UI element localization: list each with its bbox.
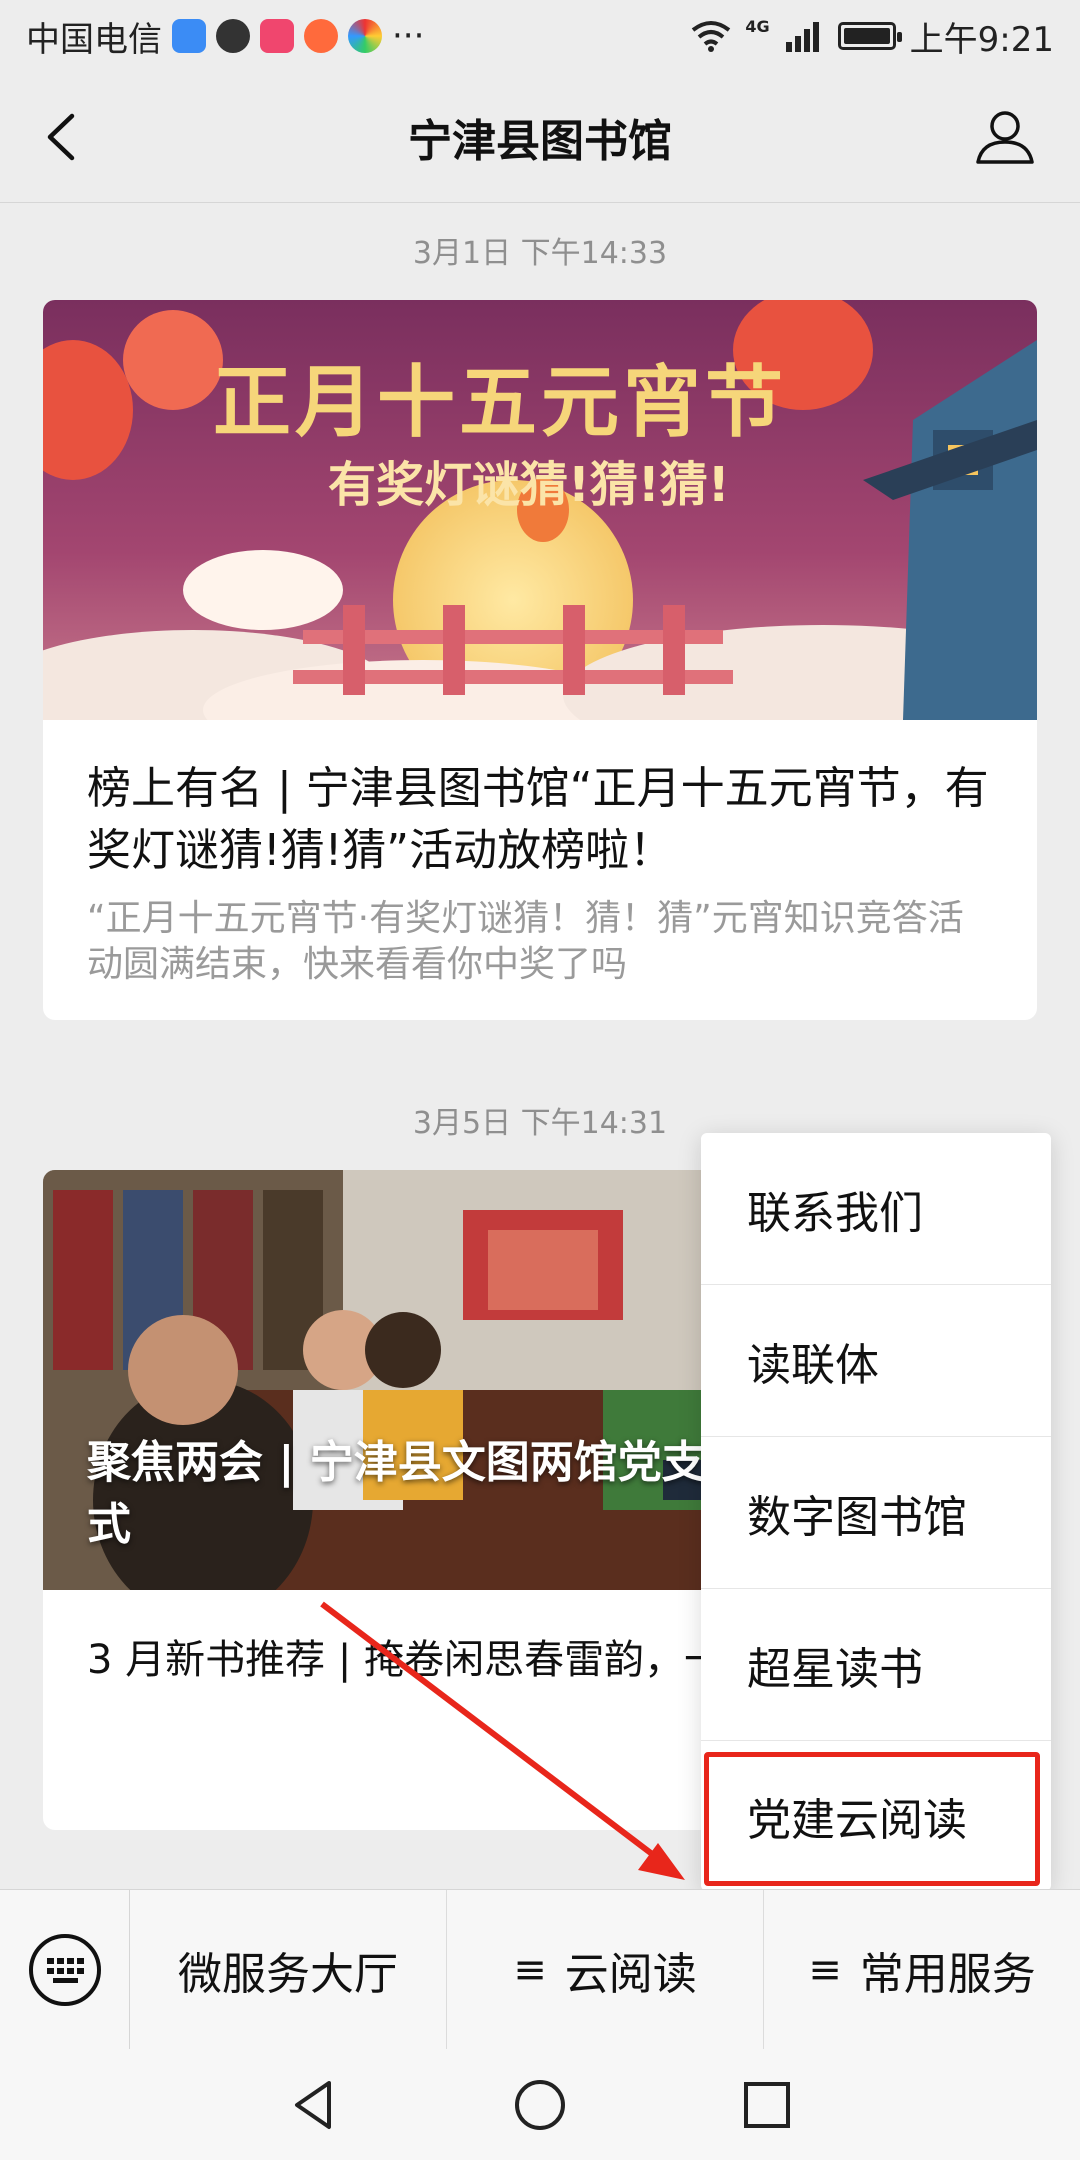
bottom-tab-common-services[interactable]: ≡ 常用服务 <box>764 1890 1080 2050</box>
bottom-tab-cloud-reading[interactable]: ≡ 云阅读 <box>447 1889 764 2050</box>
menu-lines-icon: ≡ <box>513 1946 547 1993</box>
keyboard-toggle-button[interactable] <box>0 1889 130 2050</box>
red-arrow-annotation <box>320 1601 685 1880</box>
bottom-tab-label: 微服务大厅 <box>178 1948 398 2000</box>
back-triangle-icon[interactable] <box>283 2075 343 2135</box>
home-circle-icon[interactable] <box>510 2075 570 2135</box>
bottom-tab-label: 云阅读 <box>564 1948 697 2000</box>
recents-square-icon[interactable] <box>737 2075 797 2135</box>
bottom-tab-label: 常用服务 <box>859 1948 1036 2000</box>
bottom-tab-micro-service-hall[interactable]: 微服务大厅 <box>130 1889 447 2050</box>
keyboard-icon <box>28 1933 101 2006</box>
menu-lines-icon: ≡ <box>808 1946 842 1993</box>
bottom-menu-bar: 微服务大厅 ≡ 云阅读 ≡ 常用服务 <box>0 1889 1080 2050</box>
system-navigation-bar <box>0 2049 1080 2160</box>
